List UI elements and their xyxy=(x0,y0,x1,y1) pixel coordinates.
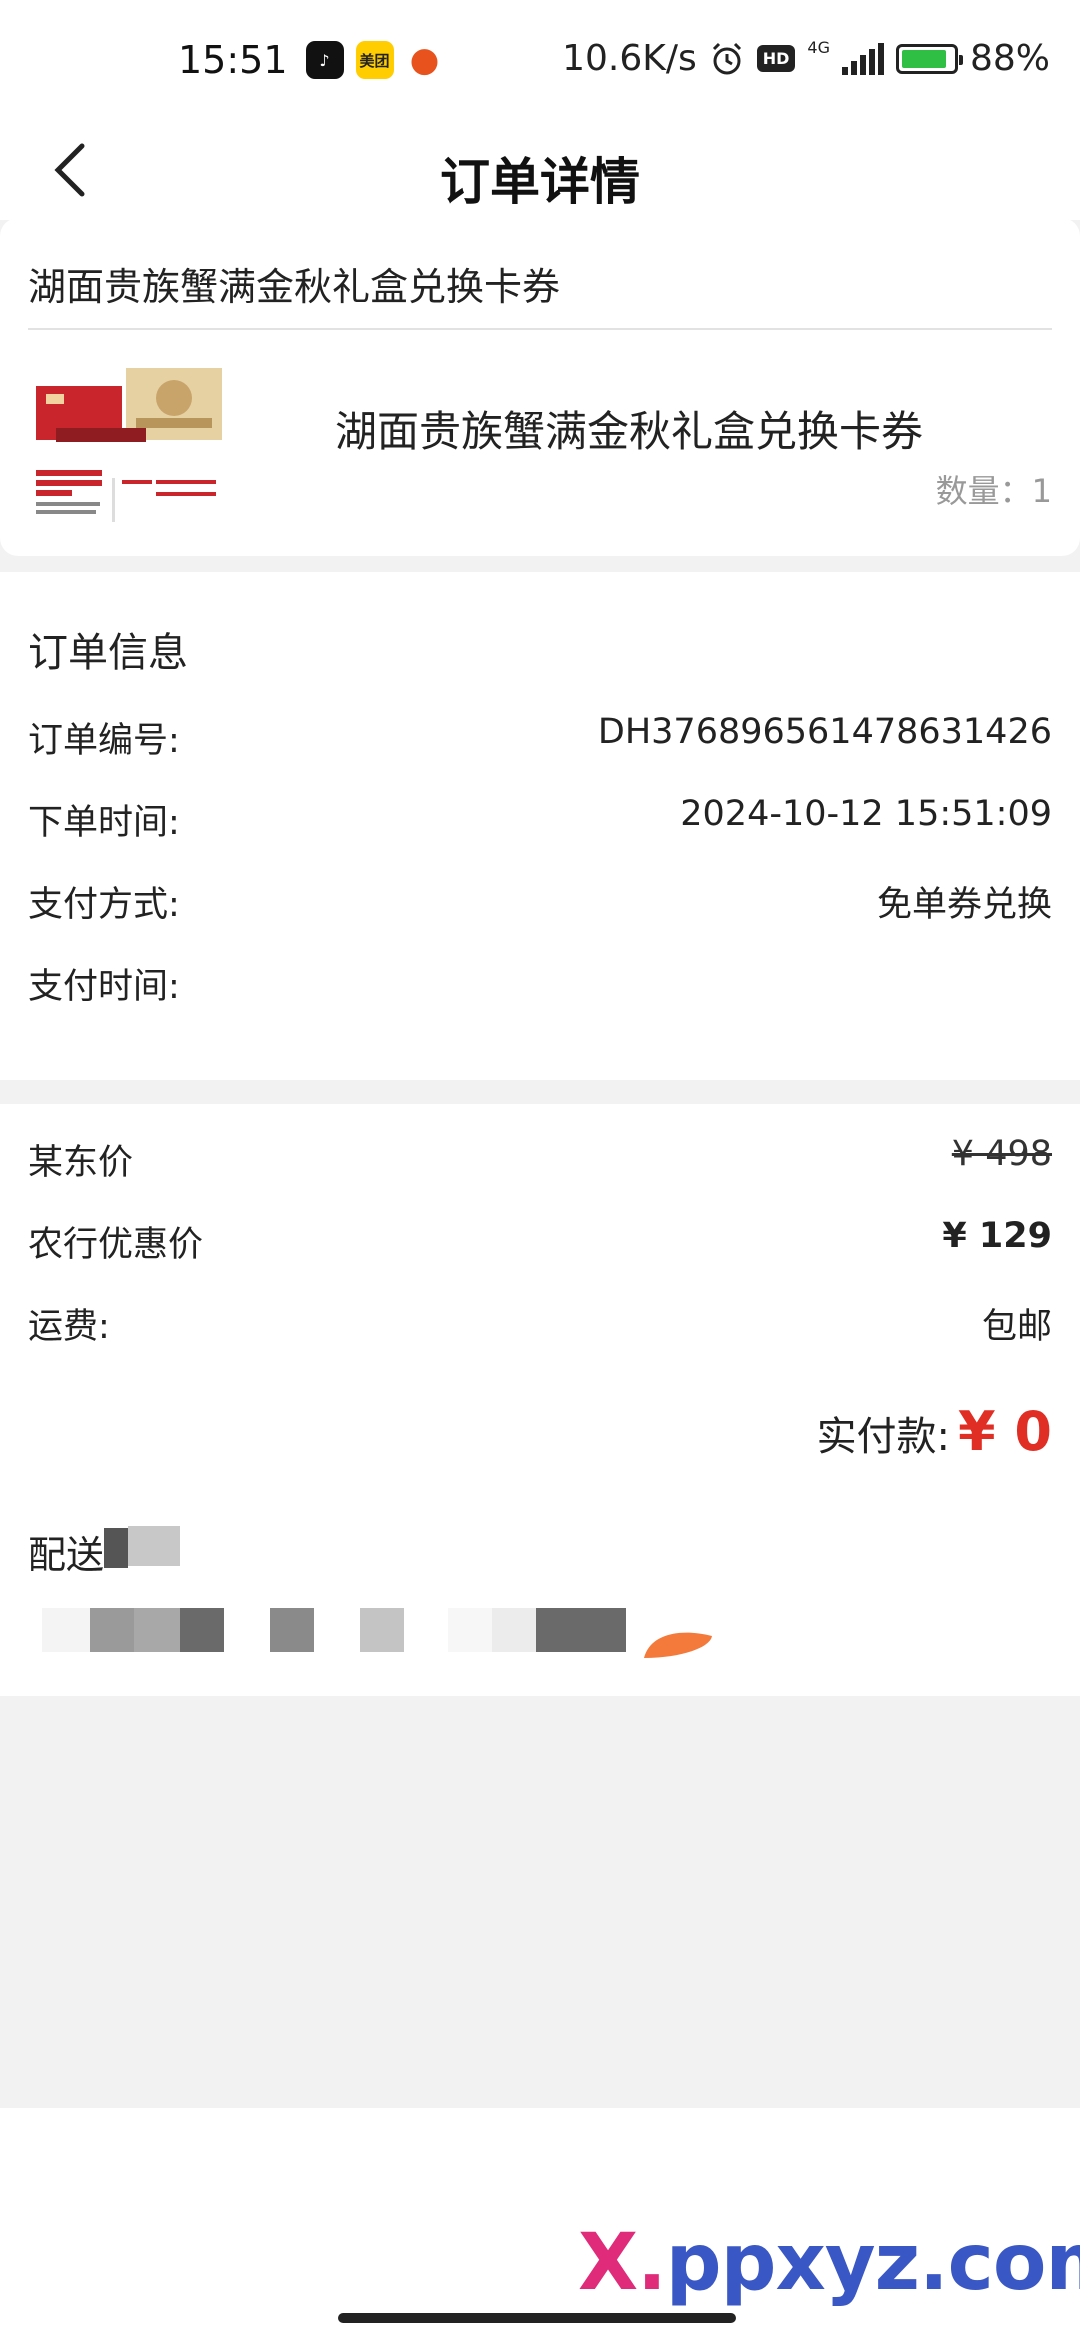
redaction-block xyxy=(104,1528,128,1568)
redaction-block xyxy=(128,1526,180,1566)
status-left: 15:51 ♪ 美团 ● xyxy=(178,38,444,82)
product-name: 湖面贵族蟹满金秋礼盒兑换卡券 xyxy=(335,407,924,456)
redaction-block xyxy=(448,1608,492,1652)
battery-icon xyxy=(895,43,963,74)
network-speed: 10.6K/s xyxy=(562,38,697,79)
list-price-label: 某东价 xyxy=(28,1143,134,1183)
delivery-title: 配送 xyxy=(28,1533,105,1577)
order-info-card: 订单信息 订单编号: DH376896561478631426 下单时间: 20… xyxy=(0,572,1080,1080)
redaction-block xyxy=(134,1608,180,1652)
discount-price-label: 农行优惠价 xyxy=(28,1225,204,1265)
home-indicator[interactable] xyxy=(338,2313,736,2323)
redaction-block xyxy=(42,1608,90,1652)
product-thumbnail[interactable] xyxy=(36,358,226,538)
total-row: 实付款: ¥ 0 xyxy=(817,1400,1052,1463)
payment-method-label: 支付方式: xyxy=(28,885,180,925)
product-header: 湖面贵族蟹满金秋礼盒兑换卡券 xyxy=(28,265,561,309)
total-amount: ¥ 0 xyxy=(958,1400,1052,1463)
battery-percent: 88% xyxy=(969,38,1050,79)
battery-fill xyxy=(901,49,946,68)
redaction-block xyxy=(360,1608,404,1652)
order-number-row: 订单编号: DH376896561478631426 xyxy=(28,712,1052,762)
discount-price-row: 农行优惠价 ¥ 129 xyxy=(28,1216,1052,1266)
signal-icon xyxy=(841,42,884,75)
redaction-block xyxy=(90,1608,134,1652)
total-label: 实付款: xyxy=(816,1414,951,1460)
page-title: 订单详情 xyxy=(440,153,640,211)
order-number-value[interactable]: DH376896561478631426 xyxy=(598,712,1052,752)
orange-mark-icon xyxy=(644,1632,712,1658)
list-price-value: ¥ 498 xyxy=(951,1134,1052,1174)
payment-time-row: 支付时间: xyxy=(28,958,1052,1008)
watermark-logo: X.ppxyz.com xyxy=(578,2218,1080,2308)
order-info-title: 订单信息 xyxy=(28,630,188,676)
payment-time-label: 支付时间: xyxy=(28,967,180,1007)
nav-bar: 订单详情 xyxy=(0,120,1080,220)
status-time: 15:51 xyxy=(178,38,288,82)
product-quantity: 数量：1 xyxy=(935,472,1052,510)
shipping-value: 包邮 xyxy=(981,1307,1052,1347)
divider xyxy=(28,328,1052,330)
redaction-block xyxy=(492,1608,536,1652)
order-time-row: 下单时间: 2024-10-12 15:51:09 xyxy=(28,794,1052,844)
list-price-row: 某东价 ¥ 498 xyxy=(28,1134,1052,1184)
status-right: 10.6K/s HD 4G 88% xyxy=(562,38,1050,79)
redaction-block xyxy=(180,1608,224,1652)
fox-app-icon: ● xyxy=(405,40,444,80)
payment-method-value: 免单券兑换 xyxy=(876,885,1052,925)
meituan-app-icon: 美团 xyxy=(355,41,394,79)
network-type: 4G xyxy=(807,38,830,57)
redaction-block xyxy=(270,1608,314,1652)
order-time-label: 下单时间: xyxy=(28,803,180,843)
hd-badge: HD xyxy=(756,45,796,72)
price-card: 某东价 ¥ 498 农行优惠价 ¥ 129 运费: 包邮 实付款: ¥ 0 配送 xyxy=(0,1104,1080,1696)
order-time-value: 2024-10-12 15:51:09 xyxy=(680,794,1052,834)
discount-price-value: ¥ 129 xyxy=(942,1216,1052,1256)
status-bar: 15:51 ♪ 美团 ● 10.6K/s HD 4G 88% xyxy=(0,0,1080,120)
order-number-label: 订单编号: xyxy=(28,721,180,761)
shipping-label: 运费: xyxy=(28,1307,110,1347)
watermark-x: X. xyxy=(578,2218,667,2308)
redaction-block xyxy=(536,1608,626,1652)
douyin-app-icon: ♪ xyxy=(305,41,344,79)
watermark-text: ppxyz.com xyxy=(665,2218,1080,2308)
shipping-row: 运费: 包邮 xyxy=(28,1298,1052,1348)
product-card[interactable]: 湖面贵族蟹满金秋礼盒兑换卡券 湖面贵族蟹满金秋礼盒兑换卡券 数量：1 xyxy=(0,218,1080,556)
payment-method-row: 支付方式: 免单券兑换 xyxy=(28,876,1052,926)
alarm-icon xyxy=(712,42,741,74)
